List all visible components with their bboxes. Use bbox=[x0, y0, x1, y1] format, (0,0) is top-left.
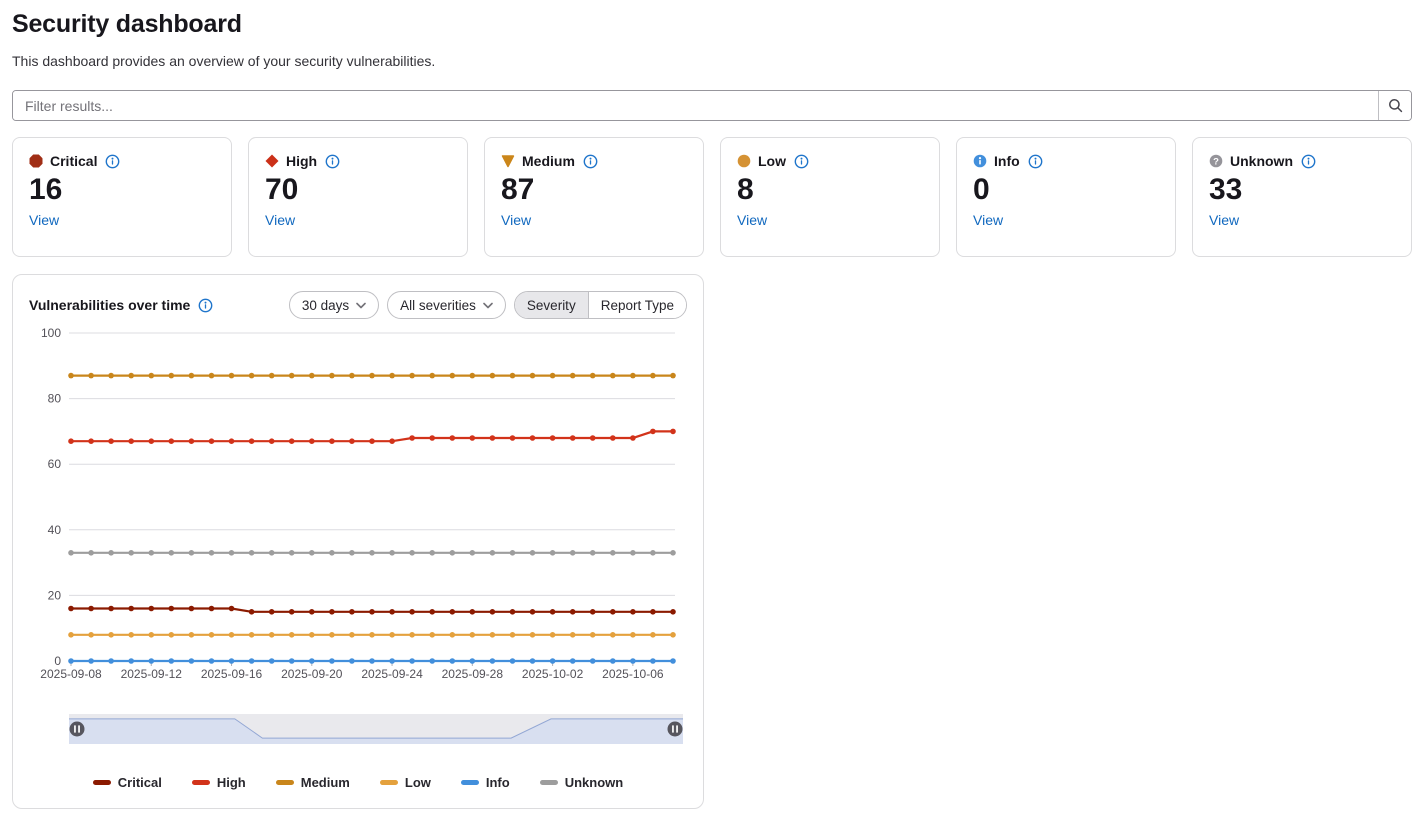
legend-swatch bbox=[192, 780, 210, 785]
legend-swatch bbox=[540, 780, 558, 785]
info-icon[interactable] bbox=[198, 298, 213, 313]
chart-title: Vulnerabilities over time bbox=[29, 297, 190, 313]
severity-count: 33 bbox=[1209, 173, 1395, 208]
legend-label: Info bbox=[486, 775, 510, 790]
severity-card-label: Critical bbox=[50, 153, 97, 169]
severity-card-label: Info bbox=[994, 153, 1020, 169]
legend-swatch bbox=[461, 780, 479, 785]
view-link[interactable]: View bbox=[265, 212, 295, 228]
svg-text:2025-10-02: 2025-10-02 bbox=[522, 667, 584, 681]
zoom-slider-track[interactable] bbox=[69, 714, 683, 744]
legend-item-low[interactable]: Low bbox=[380, 775, 431, 790]
unknown-severity-icon: ? bbox=[1209, 154, 1223, 168]
severity-card-medium: Medium 87 View bbox=[484, 137, 704, 257]
severity-card-label: Unknown bbox=[1230, 153, 1293, 169]
legend-item-medium[interactable]: Medium bbox=[276, 775, 350, 790]
high-severity-icon bbox=[265, 154, 279, 168]
legend-item-unknown[interactable]: Unknown bbox=[540, 775, 624, 790]
severity-card-label: High bbox=[286, 153, 317, 169]
svg-text:2025-09-24: 2025-09-24 bbox=[361, 667, 423, 681]
severity-card-critical: Critical 16 View bbox=[12, 137, 232, 257]
info-severity-icon bbox=[973, 154, 987, 168]
severities-dropdown[interactable]: All severities bbox=[387, 291, 506, 319]
severity-count: 70 bbox=[265, 173, 451, 208]
legend-swatch bbox=[276, 780, 294, 785]
filter-input[interactable] bbox=[13, 91, 1378, 120]
page-title: Security dashboard bbox=[12, 10, 1412, 39]
svg-text:20: 20 bbox=[48, 588, 62, 602]
view-link[interactable]: View bbox=[737, 212, 767, 228]
info-icon[interactable] bbox=[794, 154, 809, 169]
legend-label: Low bbox=[405, 775, 431, 790]
group-by-toggle: Severity Report Type bbox=[514, 291, 687, 319]
search-icon bbox=[1388, 98, 1403, 113]
info-icon[interactable] bbox=[105, 154, 120, 169]
svg-text:80: 80 bbox=[48, 392, 62, 406]
severity-cards-row: Critical 16 View High 70 View bbox=[12, 137, 1412, 257]
security-dashboard-page: Security dashboard This dashboard provid… bbox=[0, 0, 1425, 809]
info-icon[interactable] bbox=[325, 154, 340, 169]
legend-label: Critical bbox=[118, 775, 162, 790]
date-range-value: 30 days bbox=[302, 298, 349, 313]
chevron-down-icon bbox=[483, 302, 493, 309]
severity-card-low: Low 8 View bbox=[720, 137, 940, 257]
info-icon[interactable] bbox=[583, 154, 598, 169]
info-icon[interactable] bbox=[1028, 154, 1043, 169]
legend-swatch bbox=[380, 780, 398, 785]
chart-area: 0 20 40 60 80 100 2025-09-08 2025-09-12 2025-09-… bbox=[29, 327, 687, 688]
toggle-report-type[interactable]: Report Type bbox=[589, 292, 686, 318]
low-severity-icon bbox=[737, 154, 751, 168]
view-link[interactable]: View bbox=[973, 212, 1003, 228]
critical-severity-icon bbox=[29, 154, 43, 168]
legend-swatch bbox=[93, 780, 111, 785]
legend-item-info[interactable]: Info bbox=[461, 775, 510, 790]
svg-text:?: ? bbox=[1213, 156, 1219, 167]
chart-zoom-slider[interactable] bbox=[69, 714, 687, 749]
svg-text:2025-09-20: 2025-09-20 bbox=[281, 667, 343, 681]
severity-card-info: Info 0 View bbox=[956, 137, 1176, 257]
svg-text:2025-09-08: 2025-09-08 bbox=[40, 667, 102, 681]
svg-text:2025-09-28: 2025-09-28 bbox=[442, 667, 504, 681]
severity-card-unknown: ? Unknown 33 View bbox=[1192, 137, 1412, 257]
svg-text:100: 100 bbox=[41, 327, 61, 340]
chart-legend: Critical High Medium Low Info Unknown bbox=[29, 775, 687, 790]
svg-text:2025-09-16: 2025-09-16 bbox=[201, 667, 263, 681]
search-button[interactable] bbox=[1378, 91, 1411, 120]
svg-text:2025-09-12: 2025-09-12 bbox=[121, 667, 183, 681]
svg-text:40: 40 bbox=[48, 523, 62, 537]
severity-count: 8 bbox=[737, 173, 923, 208]
zoom-handle-left[interactable] bbox=[70, 722, 85, 737]
medium-severity-icon bbox=[501, 154, 515, 168]
vulnerabilities-over-time-panel: Vulnerabilities over time 30 days All se… bbox=[12, 274, 704, 809]
view-link[interactable]: View bbox=[1209, 212, 1239, 228]
severity-card-high: High 70 View bbox=[248, 137, 468, 257]
legend-item-high[interactable]: High bbox=[192, 775, 246, 790]
legend-item-critical[interactable]: Critical bbox=[93, 775, 162, 790]
severities-value: All severities bbox=[400, 298, 476, 313]
severity-count: 0 bbox=[973, 173, 1159, 208]
severity-count: 16 bbox=[29, 173, 215, 208]
svg-text:2025-10-06: 2025-10-06 bbox=[602, 667, 664, 681]
svg-text:60: 60 bbox=[48, 457, 62, 471]
vulnerabilities-line-chart: 0 20 40 60 80 100 2025-09-08 2025-09-12 2025-09-… bbox=[29, 327, 689, 683]
svg-text:0: 0 bbox=[54, 654, 61, 668]
legend-label: Unknown bbox=[565, 775, 624, 790]
chevron-down-icon bbox=[356, 302, 366, 309]
date-range-dropdown[interactable]: 30 days bbox=[289, 291, 379, 319]
zoom-handle-right[interactable] bbox=[668, 722, 683, 737]
toggle-severity[interactable]: Severity bbox=[515, 292, 589, 318]
info-icon[interactable] bbox=[1301, 154, 1316, 169]
filter-bar bbox=[12, 90, 1412, 121]
view-link[interactable]: View bbox=[501, 212, 531, 228]
view-link[interactable]: View bbox=[29, 212, 59, 228]
legend-label: High bbox=[217, 775, 246, 790]
legend-label: Medium bbox=[301, 775, 350, 790]
severity-count: 87 bbox=[501, 173, 687, 208]
severity-card-label: Low bbox=[758, 153, 786, 169]
page-subtitle: This dashboard provides an overview of y… bbox=[12, 53, 1412, 69]
severity-card-label: Medium bbox=[522, 153, 575, 169]
